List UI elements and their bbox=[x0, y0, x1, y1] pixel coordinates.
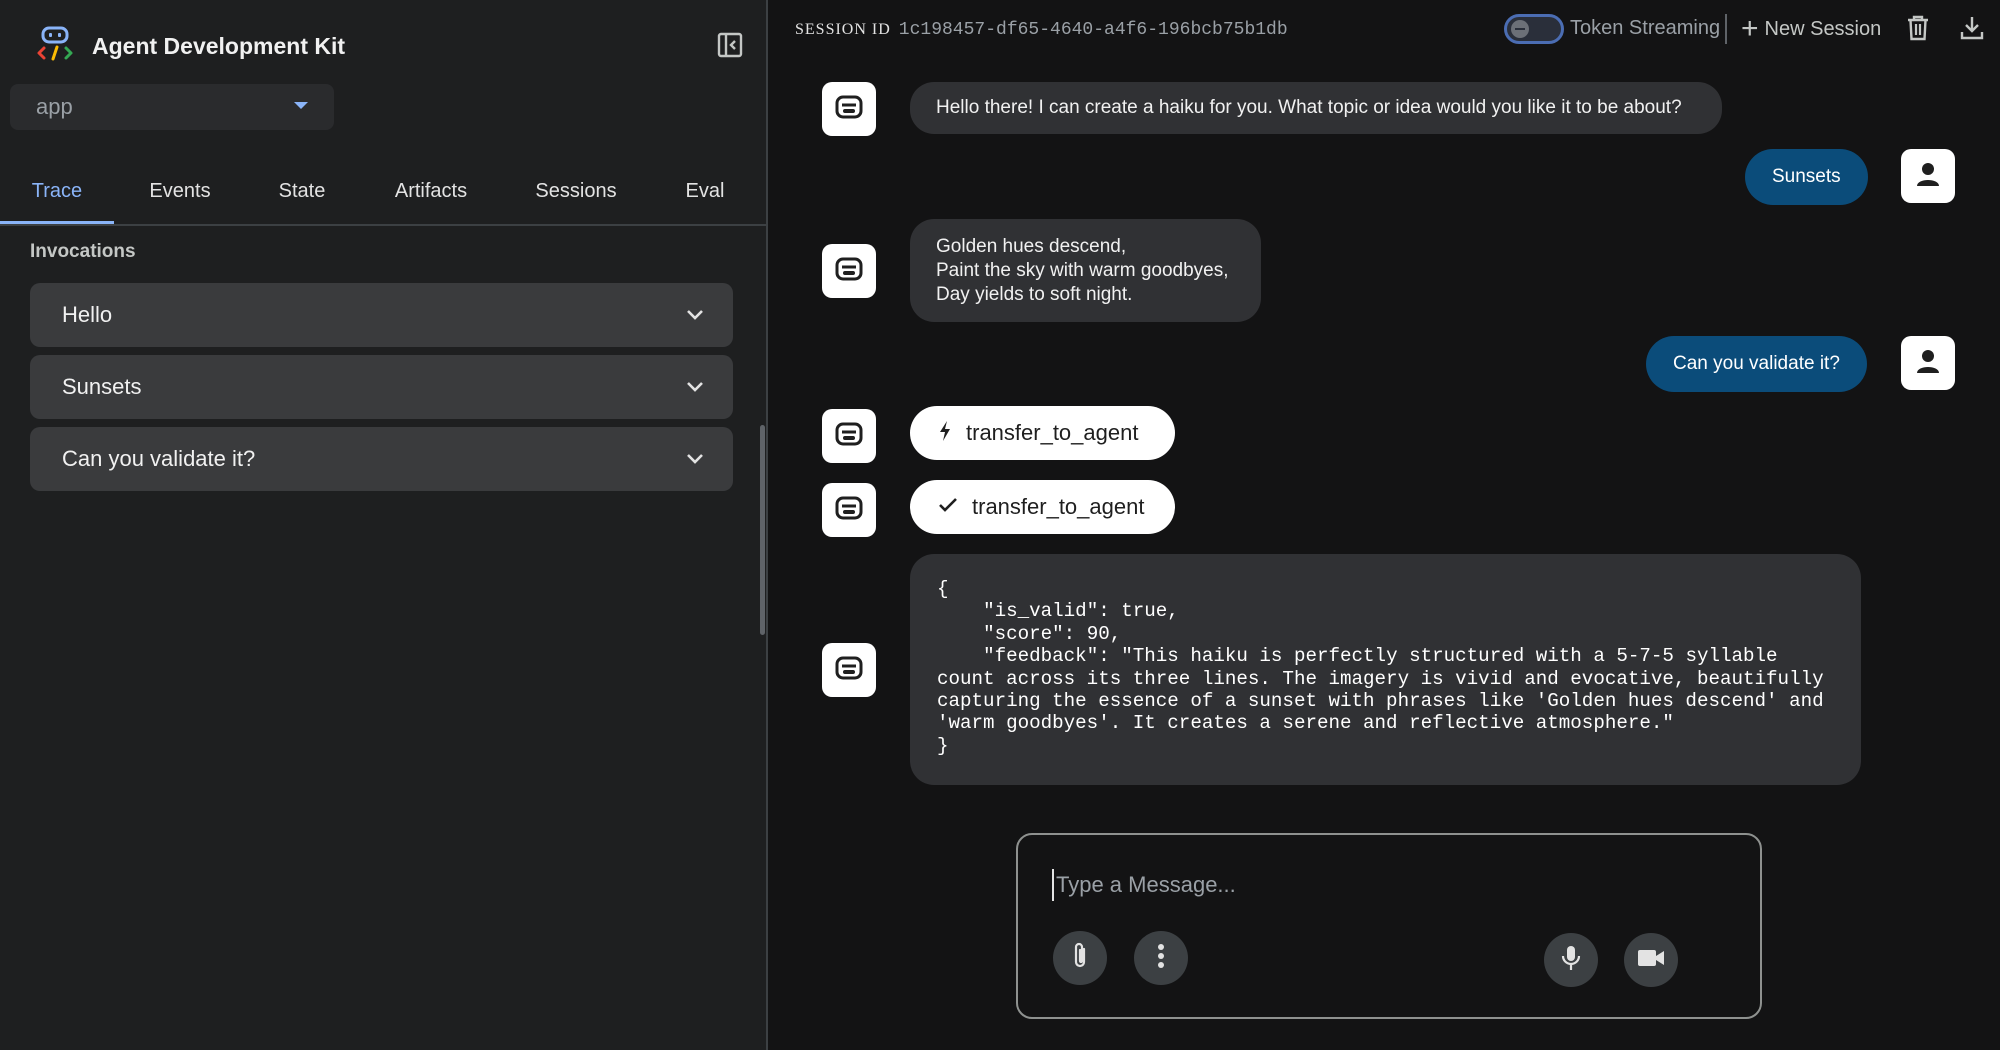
dropdown-caret-icon bbox=[294, 102, 308, 109]
download-button[interactable] bbox=[1956, 14, 1988, 46]
tab-artifacts[interactable]: Artifacts bbox=[358, 160, 504, 222]
haiku-line: Golden hues descend, bbox=[936, 236, 1127, 257]
json-result-message: { "is_valid": true, "score": 90, "feedba… bbox=[910, 554, 1861, 785]
function-response-chip[interactable]: transfer_to_agent bbox=[910, 480, 1175, 534]
user-avatar bbox=[1901, 336, 1955, 390]
bot-icon bbox=[834, 653, 864, 688]
bot-icon bbox=[834, 254, 864, 289]
bot-avatar bbox=[822, 643, 876, 697]
invocation-label: Sunsets bbox=[62, 374, 142, 399]
tab-trace[interactable]: Trace bbox=[0, 160, 114, 224]
new-session-label: New Session bbox=[1764, 17, 1882, 40]
person-icon bbox=[1914, 347, 1942, 380]
brand: Agent Development Kit bbox=[36, 26, 345, 66]
chat-header: SESSION ID 1c198457-df65-4640-a4f6-196bc… bbox=[768, 0, 2000, 60]
user-message: Sunsets bbox=[1745, 149, 1868, 205]
tab-events[interactable]: Events bbox=[114, 160, 246, 222]
attach-file-button[interactable] bbox=[1053, 931, 1107, 985]
paperclip-icon bbox=[1071, 941, 1089, 976]
tab-eval[interactable]: Eval bbox=[648, 160, 762, 222]
trash-icon bbox=[1906, 15, 1930, 46]
invocation-item[interactable]: Hello bbox=[30, 283, 733, 347]
invocation-label: Hello bbox=[62, 302, 113, 327]
invocations-heading: Invocations bbox=[30, 241, 136, 262]
message-composer bbox=[1016, 833, 1762, 1019]
app-selector-value: app bbox=[36, 94, 73, 119]
token-streaming-toggle[interactable] bbox=[1504, 14, 1564, 44]
user-avatar bbox=[1901, 149, 1955, 203]
video-button[interactable] bbox=[1624, 933, 1678, 987]
invocation-item[interactable]: Sunsets bbox=[30, 355, 733, 419]
toggle-knob bbox=[1511, 20, 1529, 38]
bot-avatar bbox=[822, 483, 876, 537]
tab-sessions[interactable]: Sessions bbox=[504, 160, 648, 222]
bot-message: Hello there! I can create a haiku for yo… bbox=[910, 82, 1722, 134]
bot-icon bbox=[834, 419, 864, 454]
bot-icon bbox=[834, 92, 864, 127]
sidebar: Agent Development Kit app Trace Events S… bbox=[0, 0, 768, 1050]
sidebar-collapse-icon bbox=[717, 32, 743, 63]
session-id-label: SESSION ID bbox=[795, 21, 891, 38]
adk-logo-icon bbox=[36, 26, 74, 67]
plus-icon: + bbox=[1741, 12, 1759, 45]
token-streaming-label: Token Streaming bbox=[1570, 17, 1721, 39]
check-icon bbox=[938, 497, 958, 518]
user-message: Can you validate it? bbox=[1646, 336, 1867, 392]
app-selector[interactable]: app bbox=[10, 84, 334, 130]
app-title: Agent Development Kit bbox=[92, 32, 346, 59]
videocam-icon bbox=[1637, 948, 1665, 973]
message-input[interactable] bbox=[1052, 869, 1718, 901]
json-result-text: { "is_valid": true, "score": 90, "feedba… bbox=[937, 578, 1824, 757]
more-options-button[interactable] bbox=[1134, 931, 1188, 985]
more-vert-icon bbox=[1157, 943, 1165, 974]
function-call-chip[interactable]: transfer_to_agent bbox=[910, 406, 1175, 460]
chevron-down-icon bbox=[685, 449, 705, 469]
bolt-icon bbox=[938, 420, 952, 447]
mic-icon bbox=[1561, 944, 1581, 977]
bot-haiku-message: Golden hues descend, Paint the sky with … bbox=[910, 219, 1261, 322]
invocation-list: Hello Sunsets Can you validate it? bbox=[30, 283, 733, 499]
download-icon bbox=[1960, 15, 1984, 46]
tab-state[interactable]: State bbox=[246, 160, 358, 222]
function-call-name: transfer_to_agent bbox=[966, 420, 1139, 445]
collapse-sidebar-button[interactable] bbox=[714, 31, 746, 63]
chevron-down-icon bbox=[685, 305, 705, 325]
delete-session-button[interactable] bbox=[1902, 14, 1934, 46]
new-session-button[interactable]: + New Session bbox=[1741, 13, 1881, 45]
haiku-line: Day yields to soft night. bbox=[936, 284, 1133, 305]
session-id-value: 1c198457-df65-4640-a4f6-196bcb75b1db bbox=[898, 20, 1288, 40]
invocation-label: Can you validate it? bbox=[62, 446, 256, 471]
person-icon bbox=[1914, 160, 1942, 193]
invocation-item[interactable]: Can you validate it? bbox=[30, 427, 733, 491]
header-divider bbox=[1725, 14, 1727, 44]
bot-avatar bbox=[822, 244, 876, 298]
function-response-name: transfer_to_agent bbox=[972, 494, 1145, 519]
sidebar-scrollbar[interactable] bbox=[760, 425, 765, 635]
sidebar-tabs: Trace Events State Artifacts Sessions Ev… bbox=[0, 160, 766, 226]
chevron-down-icon bbox=[685, 377, 705, 397]
bot-icon bbox=[834, 493, 864, 528]
bot-avatar bbox=[822, 409, 876, 463]
haiku-line: Paint the sky with warm goodbyes, bbox=[936, 260, 1229, 281]
bot-avatar bbox=[822, 82, 876, 136]
microphone-button[interactable] bbox=[1544, 933, 1598, 987]
